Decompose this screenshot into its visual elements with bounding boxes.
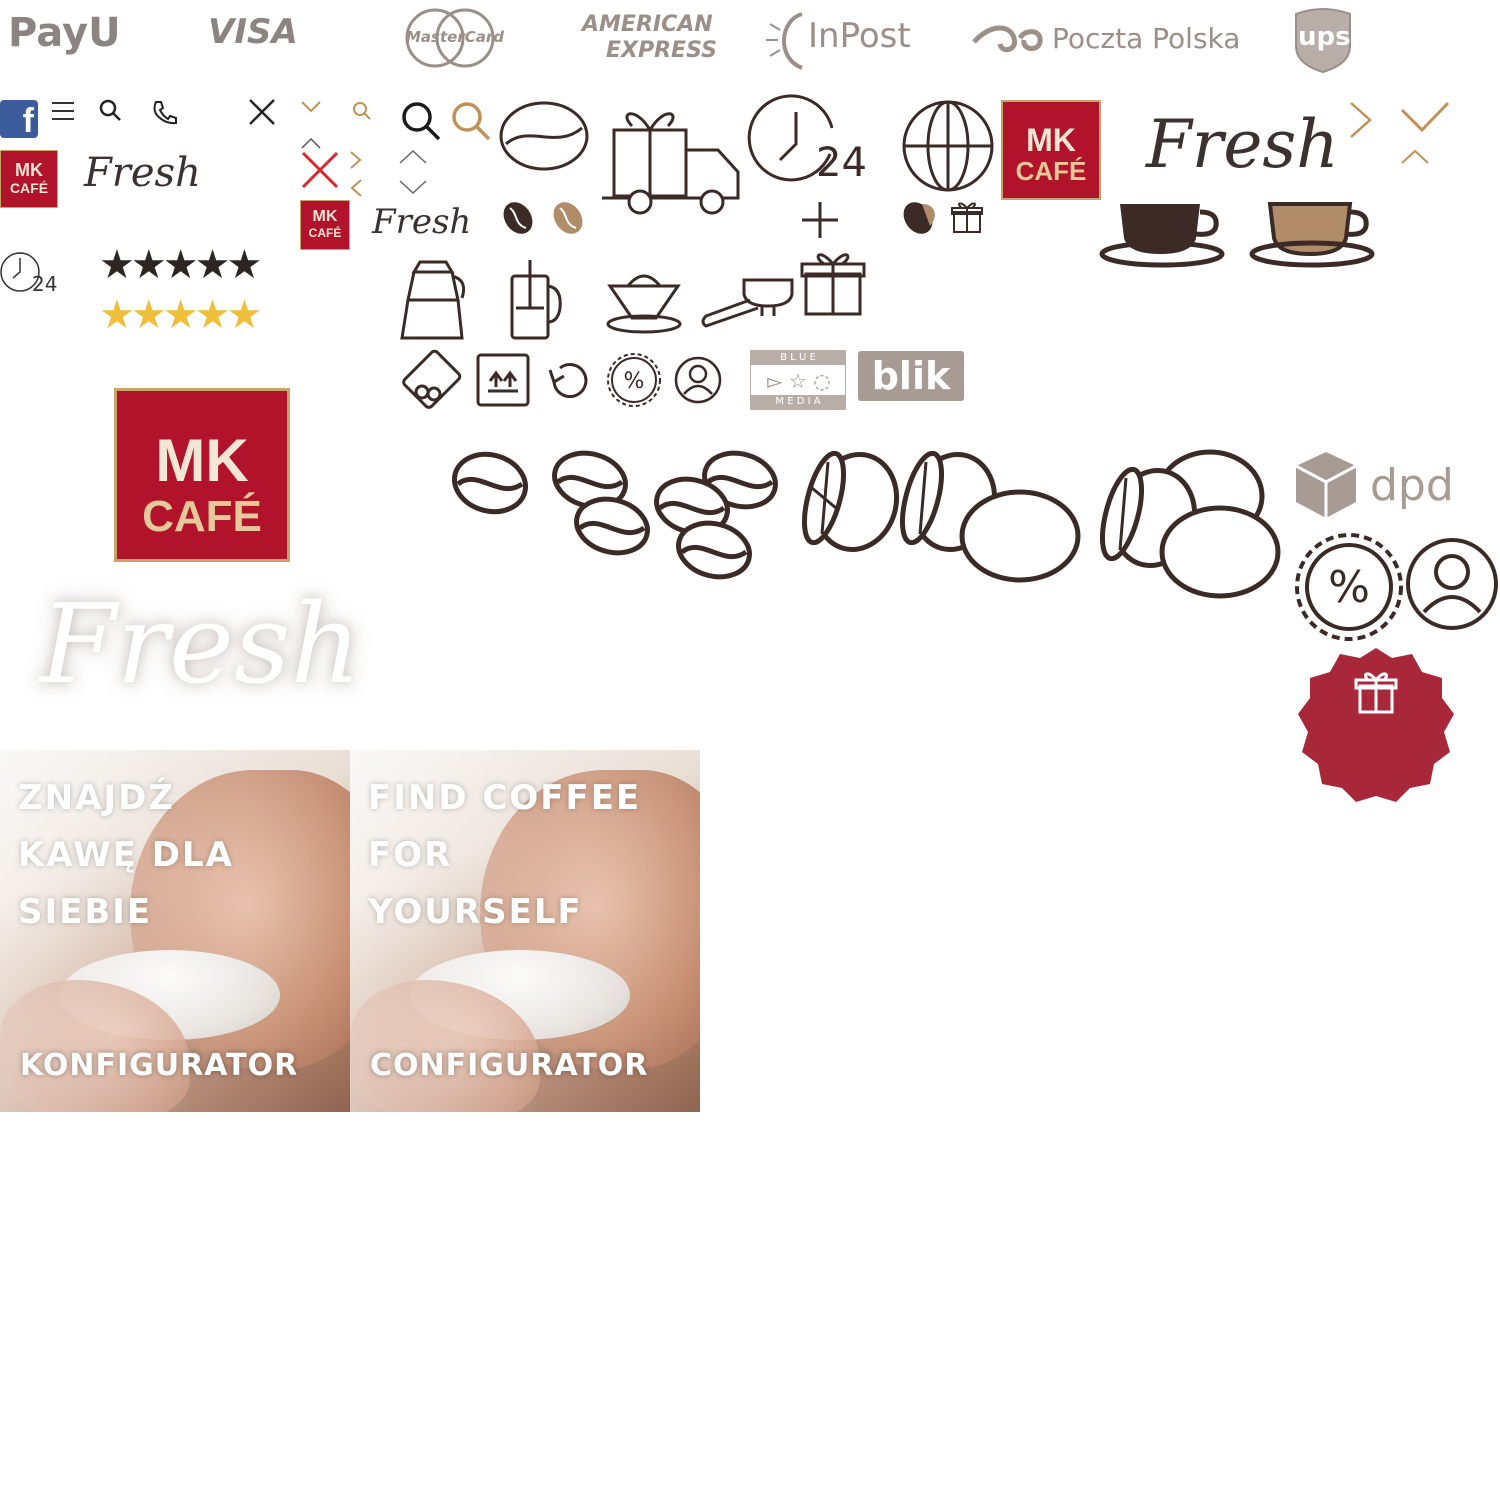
search-large-icon[interactable]: [400, 100, 442, 142]
voucher-card-icon: [402, 349, 462, 409]
coffee-bean-outline-icon: [499, 101, 589, 171]
banner-headline-line-1: FIND COFFEE: [368, 778, 642, 818]
coffee-bean-triple-icon: [654, 450, 778, 580]
payu-logo: PayU: [8, 10, 121, 56]
coffee-bean-dark-icon: [503, 202, 533, 234]
banner-headline-line-1: ZNAJDŹ: [18, 778, 175, 818]
coffee-bean-single-icon: [451, 451, 529, 515]
cafe-text: CAFÉ: [142, 492, 262, 541]
inpost-sun-icon: [766, 12, 803, 70]
close-red-icon[interactable]: [300, 150, 340, 190]
fresh-script-medium: Fresh: [1146, 106, 1339, 183]
svg-text:%: %: [1328, 562, 1370, 613]
clock-24h-small-label: 24: [32, 272, 58, 296]
lemon-trio-icon: [1099, 449, 1281, 599]
dpd-logo: dpd: [1370, 460, 1454, 511]
visa-logo: VISA: [208, 12, 298, 52]
lemon-pair-icon: [899, 450, 1081, 583]
banner-headline: ZNAJDŹ KAWĘ DLA SIEBIE: [18, 770, 234, 941]
lemon-half-icon: [801, 450, 900, 553]
clock-24h-large-label: 24: [816, 140, 867, 186]
blue-media-logo: B L U E ▻ ☆ ◌ M E D I A: [750, 350, 846, 410]
chevron-right-large-icon[interactable]: [1348, 100, 1374, 140]
blue-media-symbols: ▻ ☆ ◌: [767, 369, 831, 393]
rating-stars-gold: ★★★★★: [99, 292, 262, 338]
chevron-down-outline-icon[interactable]: [398, 178, 428, 196]
poczta-polska-horn-icon: [972, 25, 1043, 53]
coffee-bean-mixed-icon: [903, 202, 935, 234]
configurator-button[interactable]: KONFIGURATOR: [20, 1048, 298, 1083]
search-icon[interactable]: [98, 98, 124, 124]
chevron-left-gold-icon[interactable]: [349, 178, 363, 198]
mk-text: MK: [155, 427, 249, 494]
amex-logo-line1: AMERICAN: [582, 12, 713, 37]
dpd-cube-icon: [1295, 452, 1357, 518]
coffee-bean-gold-icon: [553, 202, 583, 234]
espresso-portafilter-icon: [701, 278, 794, 328]
configurator-banner-en[interactable]: FIND COFFEE FOR YOURSELF CONFIGURATOR: [350, 750, 700, 1112]
gift-small-icon: [951, 202, 983, 233]
fresh-script-tiny: Fresh: [372, 202, 472, 242]
chevron-down-gold-icon[interactable]: [300, 100, 322, 114]
globe-icon: [902, 100, 994, 192]
fresh-script-white: Fresh: [40, 580, 362, 708]
plus-icon[interactable]: [800, 200, 840, 240]
package-box-icon: [476, 353, 530, 407]
blue-media-top: B L U E: [751, 351, 845, 365]
coffee-bean-double-icon: [552, 450, 650, 556]
mk-text: MK: [1026, 122, 1076, 158]
mk-cafe-logo-medium: MK CAFÉ: [1001, 100, 1101, 200]
pour-over-dripper-icon: [606, 274, 682, 334]
close-icon[interactable]: [247, 97, 277, 127]
rating-stars-dark: ★★★★★: [99, 242, 262, 288]
blue-media-bottom: M E D I A: [751, 395, 845, 409]
gift-badge-red-icon: [1298, 648, 1454, 802]
refresh-return-icon: [548, 363, 588, 399]
svg-text:%: %: [624, 369, 645, 394]
gift-medium-icon: [800, 253, 866, 316]
amex-logo-line2: EXPRESS: [606, 38, 717, 63]
mk-text: MK: [15, 160, 43, 180]
configurator-banner-pl[interactable]: ZNAJDŹ KAWĘ DLA SIEBIE KONFIGURATOR: [0, 750, 350, 1112]
blik-logo: blik: [858, 351, 964, 401]
facebook-icon[interactable]: f: [0, 100, 38, 140]
fresh-script-small: Fresh: [84, 150, 201, 196]
hamburger-menu-icon[interactable]: [50, 100, 76, 122]
search-gold-small-icon[interactable]: [351, 100, 373, 122]
checkmark-icon: [1400, 101, 1450, 133]
discount-badge-large-icon: %: [1295, 533, 1403, 641]
search-large-gold-icon[interactable]: [450, 100, 492, 142]
moka-pot-icon: [400, 260, 466, 340]
mk-cafe-logo-large: MK CAFÉ: [114, 388, 290, 562]
banner-headline: FIND COFFEE FOR YOURSELF: [368, 770, 641, 941]
chevron-up-large-icon[interactable]: [1400, 148, 1430, 166]
mk-text: MK: [312, 208, 338, 225]
user-account-large-icon[interactable]: [1404, 536, 1500, 632]
french-press-icon: [510, 260, 562, 340]
banner-headline-line-3: SIEBIE: [18, 892, 153, 932]
configurator-button[interactable]: CONFIGURATOR: [370, 1048, 648, 1083]
discount-badge-small-icon: %: [607, 353, 661, 407]
cafe-text: CAFÉ: [9, 180, 49, 196]
banner-headline-line-2: FOR: [368, 835, 453, 875]
banner-headline-line-3: YOURSELF: [368, 892, 583, 932]
chevron-up-outline-icon[interactable]: [398, 148, 428, 166]
coffee-cup-latte-icon: [1249, 202, 1375, 268]
user-account-small-icon[interactable]: [672, 354, 724, 406]
cafe-text: CAFÉ: [308, 226, 342, 240]
banner-headline-line-2: KAWĘ DLA: [18, 835, 234, 875]
mastercard-logo: MasterCard: [406, 28, 504, 46]
mk-cafe-logo-small: MK CAFÉ: [0, 150, 58, 208]
mk-cafe-logo-tiny: MK CAFÉ: [300, 200, 350, 250]
phone-icon[interactable]: [150, 98, 180, 128]
chevron-up-small-icon[interactable]: [300, 136, 322, 150]
poczta-polska-logo: Poczta Polska: [1052, 22, 1241, 55]
chevron-right-gold-icon[interactable]: [349, 150, 363, 170]
inpost-logo: InPost: [808, 16, 911, 56]
gift-delivery-truck-icon: [602, 112, 740, 215]
cafe-text: CAFÉ: [1015, 156, 1087, 186]
ups-logo: ups: [1298, 22, 1351, 52]
coffee-cup-dark-icon: [1099, 204, 1225, 268]
